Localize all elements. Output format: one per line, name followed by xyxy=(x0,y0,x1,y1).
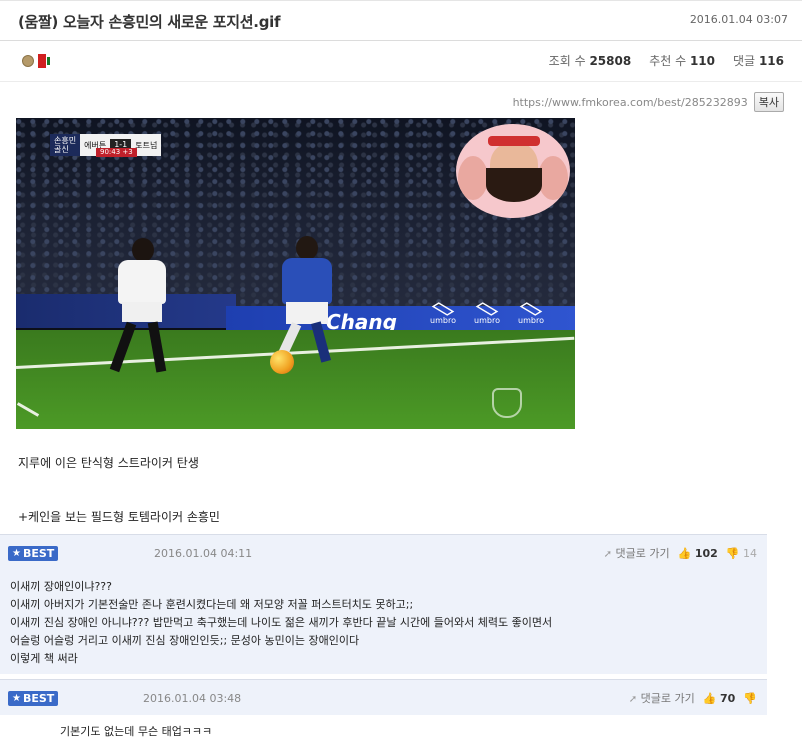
umbro-logo: umbro xyxy=(516,302,546,325)
post-gif[interactable]: Chang umbro umbro umbro 손흥민 골신 에버튼 1-1 토트… xyxy=(16,118,575,429)
premier-league-logo xyxy=(492,388,522,418)
comment-line: 이새끼 아버지가 기본전술만 존나 훈련시켰다는데 왜 저모양 저꼴 퍼스트터치… xyxy=(10,598,414,611)
scorebug-caption: 손흥민 골신 xyxy=(50,134,81,156)
post-meta: 조회 수 25808 추천 수 110 댓글 116 xyxy=(0,42,802,82)
thumb-down-icon: 👎 xyxy=(743,691,757,705)
post-text-line: 지루에 이은 탄식형 스트라이커 탄생 xyxy=(18,456,199,470)
best-comment-header: ★ BEST 2016.01.04 04:11 ➚ 댓글로 가기 👍 102 👎 … xyxy=(0,534,767,570)
post-header: (움짤) 오늘자 손흥민의 새로운 포지션.gif 2016.01.04 03:… xyxy=(0,0,802,41)
upvote-button[interactable]: 👍 70 xyxy=(703,692,736,705)
match-time: 90:43 +3 xyxy=(96,148,137,157)
comment-actions: ➚ 댓글로 가기 👍 70 👎 xyxy=(629,690,757,706)
comment-line: 어슬렁 어슬렁 거리고 이새끼 진심 장애인인듯;; 문성아 농민이는 장애인이… xyxy=(10,634,360,647)
cartoon-overlay xyxy=(456,124,570,218)
football-icon xyxy=(22,55,34,67)
url-row: https://www.fmkorea.com/best/285232893 복… xyxy=(513,92,784,112)
post-title[interactable]: (움짤) 오늘자 손흥민의 새로운 포지션.gif xyxy=(18,11,281,32)
best-comment-header: ★ BEST 2016.01.04 03:48 ➚ 댓글로 가기 👍 70 👎 xyxy=(0,679,767,715)
go-to-reply-link[interactable]: ➚ 댓글로 가기 xyxy=(604,545,670,561)
post-date: 2016.01.04 03:07 xyxy=(689,13,788,26)
author-icons[interactable] xyxy=(22,54,54,68)
comments-count: 116 xyxy=(758,54,784,68)
upvote-button[interactable]: 👍 102 xyxy=(678,547,718,560)
views-stat: 조회 수 25808 xyxy=(549,52,632,69)
comment-line: 이새끼 진심 장애인 아니냐??? 밥만먹고 축구했는데 나이도 젊은 새끼가 … xyxy=(10,616,553,629)
comment-date: 2016.01.04 03:48 xyxy=(143,692,242,705)
downvote-count: 14 xyxy=(743,546,757,560)
best-badge: ★ BEST xyxy=(8,691,59,706)
post-url[interactable]: https://www.fmkorea.com/best/285232893 xyxy=(513,96,748,109)
comment-date: 2016.01.04 04:11 xyxy=(154,547,253,560)
thumb-down-icon: 👎 xyxy=(725,546,740,560)
match-ball xyxy=(270,350,294,374)
recommend-stat: 추천 수 110 xyxy=(649,52,715,69)
views-count: 25808 xyxy=(589,54,632,68)
thumb-up-icon: 👍 xyxy=(677,546,692,560)
umbro-logo: umbro xyxy=(472,302,502,325)
reply-arrow-icon: ➚ xyxy=(603,549,613,560)
views-label: 조회 수 xyxy=(548,54,586,68)
post-stats: 조회 수 25808 추천 수 110 댓글 116 xyxy=(549,52,784,69)
best-comment-body: 이새끼 장애인이냐??? 이새끼 아버지가 기본전술만 존나 훈련시켰다는데 왜… xyxy=(0,570,767,674)
best-badge: ★ BEST xyxy=(8,546,59,561)
downvote-button[interactable]: 👎 xyxy=(743,692,757,705)
post-text-line: +케인을 보는 필드형 토템라이커 손흥민 xyxy=(18,510,220,524)
comments-label: 댓글 xyxy=(733,54,756,68)
comments-stat[interactable]: 댓글 116 xyxy=(733,52,784,69)
comment-actions: ➚ 댓글로 가기 👍 102 👎 14 xyxy=(604,545,757,561)
comment-line: 이렇게 책 써라 xyxy=(10,652,78,665)
recommend-count: 110 xyxy=(689,54,716,68)
player-white xyxy=(108,238,178,378)
comment-line: 이새끼 장애인이냐??? xyxy=(10,580,112,593)
go-to-reply-link[interactable]: ➚ 댓글로 가기 xyxy=(629,690,695,706)
downvote-button[interactable]: 👎 14 xyxy=(726,547,757,560)
reply-arrow-icon: ➚ xyxy=(628,694,638,705)
team-flag-icon xyxy=(38,54,54,68)
star-icon: ★ xyxy=(12,693,21,704)
best-comment-body: 기본기도 없는데 무슨 태업ㅋㅋㅋ xyxy=(0,715,767,746)
scorebug: 손흥민 골신 에버튼 1-1 토트넘 90:43 +3 xyxy=(50,134,162,157)
thumb-up-icon: 👍 xyxy=(702,691,717,705)
umbro-logo: umbro xyxy=(428,302,458,325)
upvote-count: 70 xyxy=(719,691,736,705)
comment-line: 기본기도 없는데 무슨 태업ㅋㅋㅋ xyxy=(60,725,213,738)
recommend-label: 추천 수 xyxy=(649,54,687,68)
star-icon: ★ xyxy=(12,548,21,559)
upvote-count: 102 xyxy=(694,546,718,560)
copy-button[interactable]: 복사 xyxy=(753,92,784,112)
